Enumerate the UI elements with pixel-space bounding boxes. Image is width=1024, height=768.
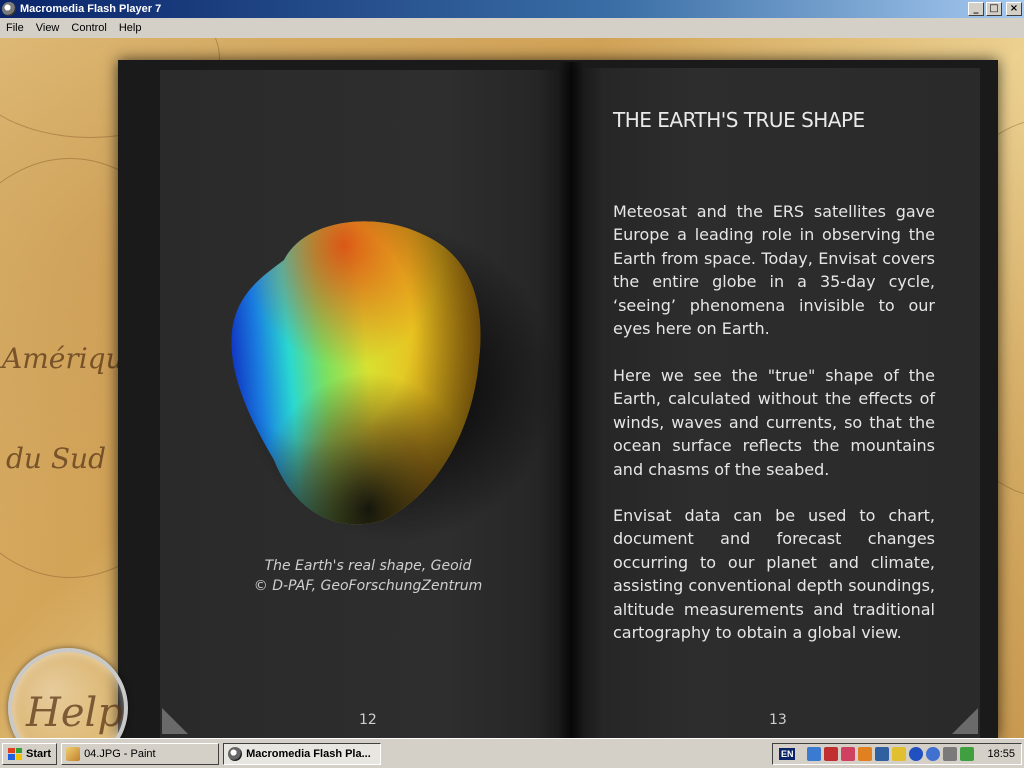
flash-stage: Amérique du Sud The Earth's real shape, …	[0, 38, 1024, 738]
menu-file[interactable]: File	[0, 22, 30, 34]
help-label: Help	[26, 690, 123, 736]
image-caption-credit: © D-PAF, GeoForschungZentrum	[253, 578, 483, 594]
page-number-left: 12	[359, 712, 377, 728]
paragraph-2: Here we see the "true" shape of the Eart…	[613, 366, 935, 479]
volume-icon[interactable]	[943, 746, 958, 761]
menu-view[interactable]: View	[30, 22, 66, 34]
globe-icon[interactable]	[926, 746, 941, 761]
page-heading: THE EARTH'S TRUE SHAPE	[613, 108, 865, 132]
paint-icon	[66, 746, 81, 761]
window-title: Macromedia Flash Player 7	[20, 3, 162, 15]
taskbar-item-flash[interactable]: Macromedia Flash Pla...	[223, 742, 382, 765]
security-icon[interactable]	[841, 746, 856, 761]
help-magnifier-button[interactable]: Help	[8, 648, 128, 738]
next-page-corner[interactable]	[952, 708, 978, 734]
antivirus-icon[interactable]	[824, 746, 839, 761]
start-label: Start	[26, 747, 52, 760]
taskbar-item-label: 04.JPG - Paint	[84, 747, 156, 760]
menu-control[interactable]: Control	[65, 22, 112, 34]
safely-remove-icon[interactable]	[960, 746, 975, 761]
maximize-button[interactable]: □	[986, 2, 1002, 16]
monitor-icon[interactable]	[875, 746, 890, 761]
language-indicator[interactable]: EN	[778, 747, 796, 760]
pen-icon[interactable]	[892, 746, 907, 761]
flash-icon	[228, 746, 243, 761]
paragraph-1: Meteosat and the ERS satellites gave Eur…	[613, 202, 935, 339]
image-caption-title: The Earth's real shape, Geoid	[264, 558, 472, 574]
firewall-icon[interactable]	[858, 746, 873, 761]
close-button[interactable]: ×	[1006, 2, 1022, 16]
clock[interactable]: 18:55	[987, 748, 1015, 760]
geoid-image	[231, 221, 481, 525]
map-label-du-sud: du Sud	[6, 442, 106, 475]
flash-player-icon	[2, 2, 16, 16]
menu-bar: File View Control Help	[0, 18, 1024, 38]
windows-logo-icon	[8, 747, 22, 760]
title-bar: Macromedia Flash Player 7 _ □ ×	[0, 0, 1024, 18]
book-spine	[558, 62, 584, 738]
page-number-right: 13	[769, 712, 787, 728]
network-icon[interactable]	[807, 746, 822, 761]
minimize-button[interactable]: _	[968, 2, 984, 16]
system-tray: EN 18:55	[771, 742, 1022, 765]
taskbar: Start 04.JPG - Paint Macromedia Flash Pl…	[0, 738, 1024, 768]
previous-page-corner[interactable]	[162, 708, 188, 734]
update-icon[interactable]	[909, 746, 924, 761]
taskbar-item-label: Macromedia Flash Pla...	[246, 747, 371, 760]
paragraph-3: Envisat data can be used to chart, docum…	[613, 506, 935, 643]
taskbar-item-paint[interactable]: 04.JPG - Paint	[61, 742, 220, 765]
menu-help[interactable]: Help	[113, 22, 148, 34]
start-button[interactable]: Start	[2, 742, 58, 765]
